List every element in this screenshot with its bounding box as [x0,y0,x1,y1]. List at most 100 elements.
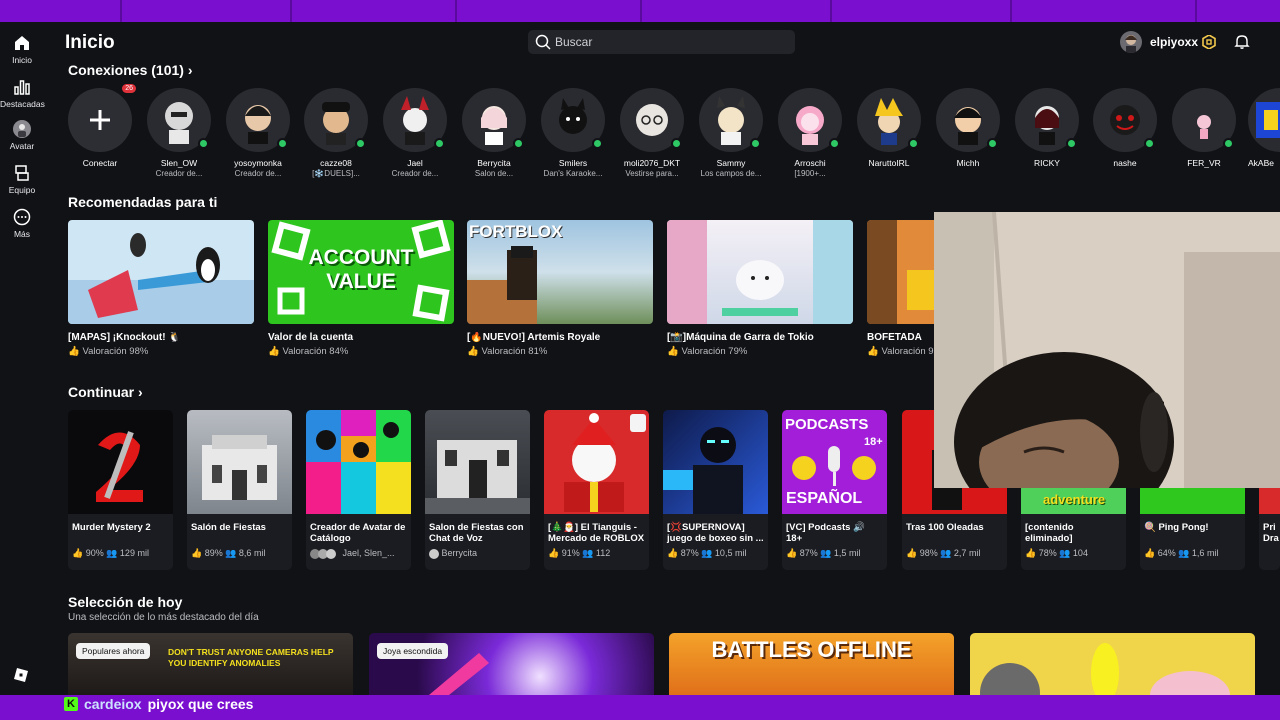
game-card[interactable]: [📸]Máquina de Garra de Tokio 👍 Valoració… [667,220,853,357]
today-subtitle: Una selección de lo más destacado del dí… [68,612,259,623]
featured-card[interactable]: BATTLES OFFLINE [669,633,954,695]
sidebar-item-equipo[interactable]: Equipo [0,164,44,195]
game-name: [VC] Podcasts 🔊 18+ [786,522,865,544]
chat-username: cardeiox [84,696,142,712]
game-card[interactable]: [💢SUPERNOVA] juego de boxeo sin ... 👍 87… [663,410,768,570]
friend-card[interactable]: Smilers Dan's Karaoke... [538,88,608,178]
friend-name: Berrycita [477,158,511,168]
friend-card[interactable]: yosoymonka Creador de... [223,88,293,178]
roblox-app: Inicio Destacadas Avatar Equipo Más Inic… [0,22,1280,695]
online-indicator [671,138,682,149]
friend-card[interactable]: NaruttoIRL [854,88,924,169]
username: elpiyoxx [1150,35,1199,49]
connect-button[interactable]: 26 Conectar [65,84,136,168]
friend-name: AkABe [1248,158,1274,168]
search-bar[interactable] [528,30,795,54]
game-stats: 👍 87% 👥 10,5 mil [667,548,747,558]
friend-name: nashe [1113,158,1137,168]
rating-text: Valoración 79% [681,346,748,357]
avatar-icon [13,120,31,138]
game-card[interactable]: Murder Mystery 2 👍 90% 👥 129 mil [68,410,173,570]
connections-header[interactable]: Conexiones (101) › [68,62,193,78]
friend-status: Creador de... [234,169,282,178]
sidebar-item-avatar[interactable]: Avatar [0,120,44,151]
friend-card[interactable]: Michh [933,88,1003,169]
game-name: [📸]Máquina de Garra de Tokio [667,332,814,343]
game-card[interactable]: Creador de Avatar de Catálogo Jael, Slen… [306,410,411,570]
friend-card[interactable]: cazze08 [❄️DUELS]... [301,88,371,178]
friend-card[interactable]: RICKY [1012,88,1082,169]
friend-card[interactable]: Berrycita Salon de... [459,88,529,178]
search-icon [535,34,551,50]
friend-avatar [304,88,368,152]
game-card[interactable]: FORTBLOX [🔥NUEVO!] Artemis Royale 👍 Valo… [467,220,653,357]
friend-name: NaruttoIRL [868,158,910,168]
game-name: Salón de Fiestas [191,522,266,533]
featured-card[interactable]: Joya escondida [369,633,654,695]
game-stats: 👍 91% 👥 112 [548,548,611,558]
sidebar-item-destacadas[interactable]: Destacadas [0,78,45,109]
online-indicator [1144,138,1155,149]
more-icon [13,208,31,226]
friend-status: Vestirse para... [625,169,679,178]
sidebar-item-inicio[interactable]: Inicio [0,34,44,65]
friend-avatar [462,88,526,152]
friend-name: moli2076_DKT [623,158,681,168]
friend-status: [1900+... [794,169,826,178]
friend-card[interactable]: Arroschi [1900+... [775,88,845,178]
game-card[interactable]: [🎄🎅] El Tianguis - Mercado de ROBLOX 👍 9… [544,410,649,570]
game-card[interactable]: Salón de Fiestas 👍 89% 👥 8,6 mil [187,410,292,570]
recommended-title: Recomendadas para ti [68,194,218,210]
rating-text: Valoración 84% [282,346,349,357]
featured-card[interactable]: Populares ahora DON'T TRUST ANYONE CAMER… [68,633,353,695]
friend-card[interactable]: Slen_OW Creador de... [144,88,214,178]
robux-icon[interactable] [1202,35,1216,49]
notifications-bell-icon[interactable] [1234,34,1250,50]
thumbnail-text: ESPAÑOL [786,490,863,507]
friend-avatar [1172,88,1236,152]
friend-avatar [1093,88,1157,152]
continue-header[interactable]: Continuar › [68,384,143,400]
thumbs-up-icon: 👍 [867,346,879,357]
friend-requests-badge: 26 [122,84,136,93]
card-tag: Populares ahora [76,643,151,659]
game-name: [🔥NUEVO!] Artemis Royale [467,332,601,343]
game-card[interactable]: ACCOUNT VALUE Valor de la cuenta 👍 Valor… [268,220,454,357]
friend-name: RICKY [1034,158,1060,168]
search-input[interactable] [555,32,785,52]
friend-card[interactable]: Jael Creador de... [380,88,450,178]
game-card[interactable]: PODCASTS 18+ ESPAÑOL [VC] Podcasts 🔊 18+… [782,410,887,570]
featured-card[interactable] [970,633,1255,695]
charts-icon [14,80,30,95]
friend-card[interactable]: moli2076_DKT Vestirse para... [617,88,687,178]
friend-name: yosoymonka [234,158,282,168]
roblox-logo-icon[interactable] [14,668,28,682]
friend-card[interactable]: AkABe [1248,88,1280,168]
game-rating: 👍 Valoración 81% [467,346,653,357]
friend-card[interactable]: nashe [1090,88,1160,169]
friend-name: FER_VR [1187,158,1221,168]
sidebar-item-mas[interactable]: Más [0,208,44,239]
friend-status: Creador de... [391,169,439,178]
friend-avatar [147,88,211,152]
game-card[interactable]: [MAPAS] ¡Knockout! 🐧 👍 Valoración 98% [68,220,254,357]
stream-frame-top [0,0,1280,22]
game-thumbnail: ACCOUNT VALUE [268,220,454,324]
thumbs-up-icon: 👍 [68,346,80,357]
friend-avatar [620,88,684,152]
page-title: Inicio [65,32,115,53]
rating-text: Valoración 98% [82,346,149,357]
game-thumbnail: PODCASTS 18+ ESPAÑOL [782,410,887,514]
friend-card[interactable]: FER_VR [1169,88,1239,169]
friend-card[interactable]: Sammy Los campos de... [696,88,766,178]
game-name: Salon de Fiestas con Chat de Voz [429,522,524,544]
game-card[interactable]: Salon de Fiestas con Chat de Voz Berryci… [425,410,530,570]
game-stats: 👍 64% 👥 1,6 mil [1144,548,1219,558]
user-profile-button[interactable]: elpiyoxx [1120,30,1198,54]
online-indicator [277,138,288,149]
friend-avatar [1015,88,1079,152]
online-indicator [355,138,366,149]
game-name: Valor de la cuenta [268,332,354,343]
continue-title: Continuar [68,384,135,400]
online-indicator [1066,138,1077,149]
